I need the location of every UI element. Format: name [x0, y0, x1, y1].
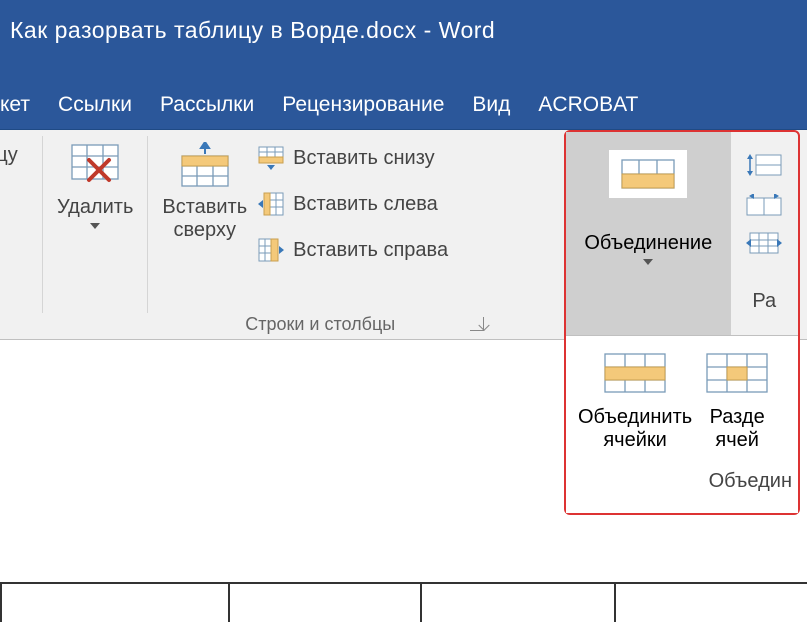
merge-dropdown-button[interactable]: Объединение — [566, 132, 731, 335]
tab-references[interactable]: Ссылки — [58, 93, 132, 117]
delete-button[interactable]: Удалить — [51, 136, 139, 233]
merge-cells-icon — [600, 350, 670, 396]
split-cells-icon — [702, 350, 772, 396]
tab-layout-partial[interactable]: кет — [0, 93, 30, 117]
merge-group-highlight: Объединение Ра Объединить ячейки — [564, 130, 800, 515]
delete-button-label: Удалить — [57, 196, 133, 219]
rows-columns-group-label: Строки и столбцы — [148, 314, 492, 335]
tab-acrobat[interactable]: ACROBAT — [538, 93, 638, 117]
merge-right-column: Ра — [731, 132, 798, 335]
autofit-button[interactable] — [742, 230, 786, 260]
dropdown-arrow-icon — [643, 259, 653, 265]
dropdown-arrow-icon — [90, 223, 100, 229]
split-cells-label: Разде ячей — [710, 406, 765, 452]
tab-review[interactable]: Рецензирование — [282, 93, 444, 117]
insert-right-label: Вставить справа — [293, 239, 448, 262]
ribbon-tabstrip: кет Ссылки Рассылки Рецензирование Вид A… — [0, 60, 807, 130]
partial-button[interactable]: цу — [10, 136, 23, 171]
insert-below-button[interactable]: Вставить снизу — [253, 142, 452, 174]
merge-cells-label: Объединить ячейки — [578, 406, 692, 452]
group-rows-columns: Вставить сверху Вставить снизу Вставить … — [148, 130, 492, 339]
merge-dropdown-label: Объединение — [584, 232, 712, 255]
distribute-cols-button[interactable] — [742, 190, 786, 220]
insert-row-below-icon — [257, 144, 285, 172]
insert-row-above-icon — [179, 140, 231, 192]
group-partial-left: цу — [0, 130, 42, 339]
insert-below-label: Вставить снизу — [293, 147, 435, 170]
insert-column-left-icon — [257, 190, 285, 218]
partial-button-label: цу — [0, 144, 18, 167]
merge-cells-item[interactable]: Объединить ячейки — [578, 350, 692, 452]
document-title: Как разорвать таблицу в Ворде.docx - Wor… — [10, 17, 495, 44]
table-delete-icon — [69, 140, 121, 192]
merge-dropdown-panel: Объединить ячейки Разде ячей Объедин — [566, 336, 798, 513]
insert-left-label: Вставить слева — [293, 193, 438, 216]
merge-cells-icon — [609, 150, 687, 198]
tab-view[interactable]: Вид — [472, 93, 510, 117]
insert-column-right-icon — [257, 236, 285, 264]
right-group-label-fragment: Ра — [752, 290, 776, 313]
insert-above-button[interactable]: Вставить сверху — [156, 136, 253, 246]
merge-group-label-fragment: Объедин — [709, 470, 792, 493]
split-cells-item[interactable]: Разде ячей — [702, 350, 772, 452]
group-delete: Удалить — [43, 130, 147, 339]
dialog-launcher-icon[interactable] — [470, 317, 484, 331]
insert-left-button[interactable]: Вставить слева — [253, 188, 452, 220]
titlebar: Как разорвать таблицу в Ворде.docx - Wor… — [0, 0, 807, 60]
distribute-rows-button[interactable] — [742, 150, 786, 180]
insert-above-label: Вставить сверху — [162, 196, 247, 242]
document-table-border — [0, 582, 807, 622]
tab-mailings[interactable]: Рассылки — [160, 93, 254, 117]
insert-right-button[interactable]: Вставить справа — [253, 234, 452, 266]
